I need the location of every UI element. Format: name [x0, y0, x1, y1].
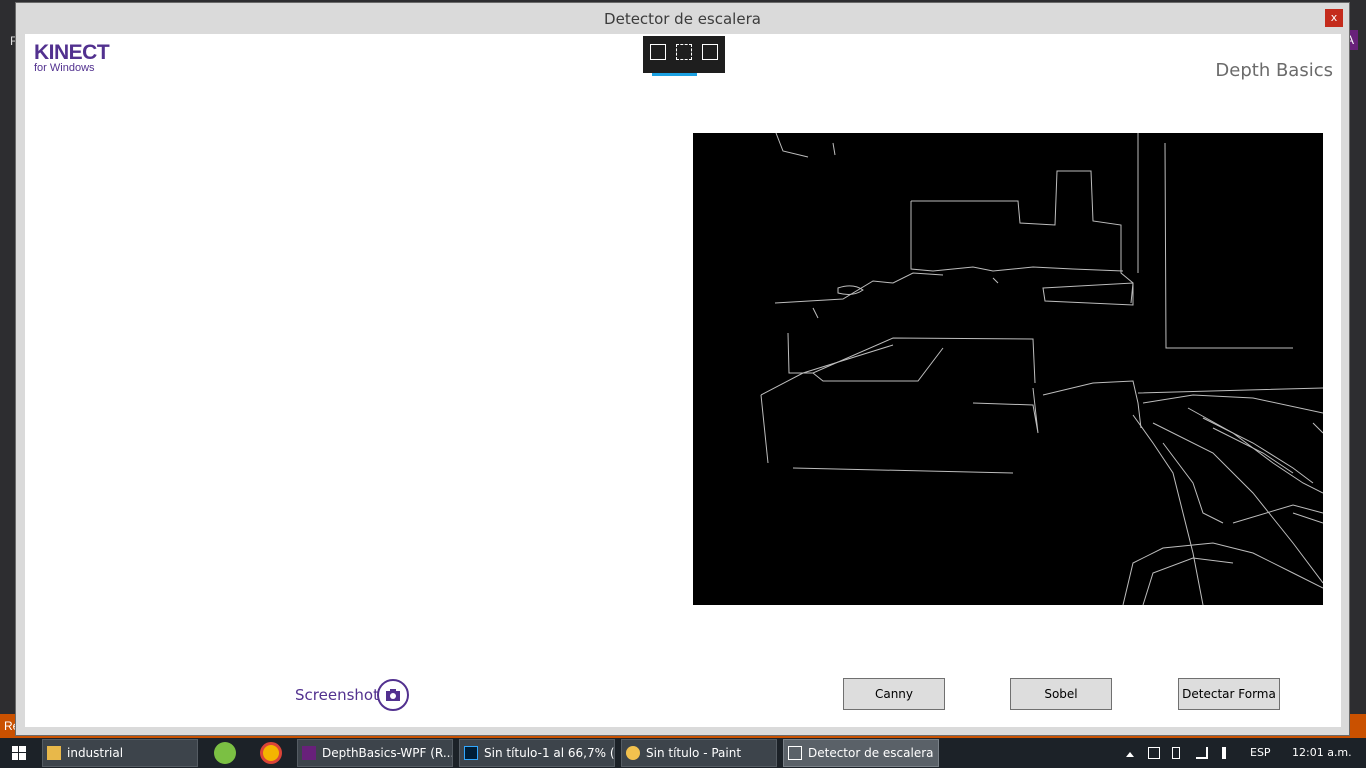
- debug-toolbar-indicator: [652, 73, 697, 76]
- taskbar-item-paint[interactable]: Sin título - Paint: [621, 739, 777, 767]
- edge-detection-image: [693, 132, 1324, 606]
- windows-icon: [12, 746, 26, 760]
- window-border-bottom: [16, 727, 1349, 735]
- photoshop-icon: [464, 746, 478, 760]
- taskbar-item-photoshop[interactable]: Sin título-1 al 66,7% (...: [459, 739, 615, 767]
- close-button[interactable]: x: [1325, 9, 1343, 27]
- taskbar-item-label: Sin título - Paint: [646, 746, 742, 760]
- app-window-icon: [788, 746, 802, 760]
- show-hidden-icons-icon[interactable]: [1126, 749, 1134, 757]
- detect-shape-button[interactable]: Detectar Forma: [1178, 678, 1280, 710]
- window-title: Detector de escalera: [604, 10, 761, 28]
- page-title: Depth Basics: [1215, 60, 1333, 81]
- start-button[interactable]: [0, 738, 38, 768]
- select-element-icon[interactable]: [676, 44, 692, 60]
- screenshot-label[interactable]: Screenshot: [295, 686, 379, 704]
- clock[interactable]: 12:01 a.m.: [1292, 746, 1352, 759]
- taskbar: industrial DepthBasics-WPF (R... Sin tít…: [0, 738, 1366, 768]
- visual-studio-icon: [302, 746, 316, 760]
- taskbar-item-detector[interactable]: Detector de escalera: [783, 739, 939, 767]
- network-icon[interactable]: [1196, 747, 1208, 759]
- screenshot-button[interactable]: [377, 679, 409, 711]
- utorrent-icon[interactable]: [214, 742, 236, 764]
- folder-icon: [47, 746, 61, 760]
- taskbar-item-industrial[interactable]: industrial: [42, 739, 198, 767]
- battery-icon[interactable]: [1172, 747, 1180, 759]
- volume-icon[interactable]: [1222, 747, 1234, 759]
- paint-icon: [626, 746, 640, 760]
- sobel-button[interactable]: Sobel: [1010, 678, 1112, 710]
- camera-icon: [386, 689, 400, 701]
- window-border-right: [1341, 34, 1349, 734]
- live-visual-tree-icon[interactable]: [650, 44, 666, 60]
- wpf-debug-toolbar: [643, 36, 725, 76]
- action-center-icon[interactable]: [1148, 747, 1160, 759]
- chrome-icon[interactable]: [260, 742, 282, 764]
- window-border-left: [16, 34, 25, 734]
- edge-image-svg: [760, 132, 1324, 606]
- taskbar-item-label: Detector de escalera: [808, 746, 934, 760]
- title-bar[interactable]: Detector de escalera x: [16, 3, 1349, 34]
- taskbar-item-label: DepthBasics-WPF (R...: [322, 746, 453, 760]
- language-indicator[interactable]: ESP: [1250, 746, 1271, 759]
- kinect-logo: KINECT for Windows: [34, 41, 110, 74]
- taskbar-item-label: Sin título-1 al 66,7% (...: [484, 746, 615, 760]
- canny-button[interactable]: Canny: [843, 678, 945, 710]
- taskbar-item-label: industrial: [67, 746, 124, 760]
- display-layout-adorners-icon[interactable]: [702, 44, 718, 60]
- app-window: Detector de escalera x KINECT for Window…: [15, 2, 1350, 736]
- taskbar-item-visual-studio[interactable]: DepthBasics-WPF (R...: [297, 739, 453, 767]
